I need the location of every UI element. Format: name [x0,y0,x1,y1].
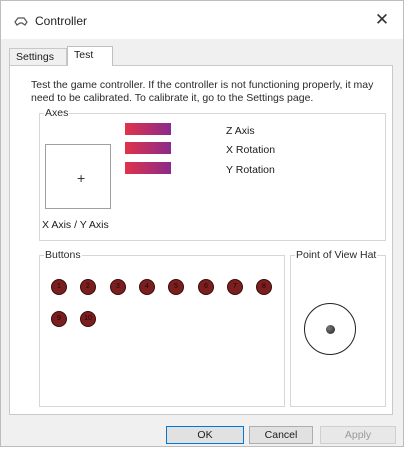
controller-button-2: 2 [80,279,96,295]
window-title: Controller [35,14,88,28]
xy-axis-label: X Axis / Y Axis [42,219,109,231]
pov-hat-indicator [326,325,335,334]
description-text: Test the game controller. If the control… [31,79,374,104]
crosshair-icon: + [77,170,86,186]
tab-settings[interactable]: Settings [9,48,67,65]
controller-button-5: 5 [168,279,184,295]
tab-test[interactable]: Test [67,46,113,66]
buttons-group: Buttons [39,249,285,407]
y-rotation-bar [125,162,171,174]
z-axis-bar [125,123,171,135]
controller-button-6: 6 [198,279,214,295]
controller-button-4: 4 [139,279,155,295]
controller-button-9: 9 [51,311,67,327]
apply-button[interactable]: Apply [320,426,396,444]
pov-hat-legend: Point of View Hat [296,249,377,261]
controller-button-8: 8 [256,279,272,295]
pov-hat-display [304,303,356,355]
controller-button-1: 1 [51,279,67,295]
xy-axis-display: + [45,144,111,209]
gamepad-icon [14,17,28,26]
title-bar[interactable]: Controller ✕ [1,1,403,39]
close-icon[interactable]: ✕ [371,9,393,31]
controller-button-7: 7 [227,279,243,295]
buttons-legend: Buttons [45,249,81,261]
z-axis-label: Z Axis [226,125,255,137]
y-rotation-label: Y Rotation [226,164,275,176]
x-rotation-bar [125,142,171,154]
ok-button[interactable]: OK [166,426,244,444]
axes-legend: Axes [45,107,69,119]
x-rotation-label: X Rotation [226,144,276,156]
controller-button-3: 3 [110,279,126,295]
controller-button-10: 10 [80,311,96,327]
cancel-button[interactable]: Cancel [249,426,313,444]
